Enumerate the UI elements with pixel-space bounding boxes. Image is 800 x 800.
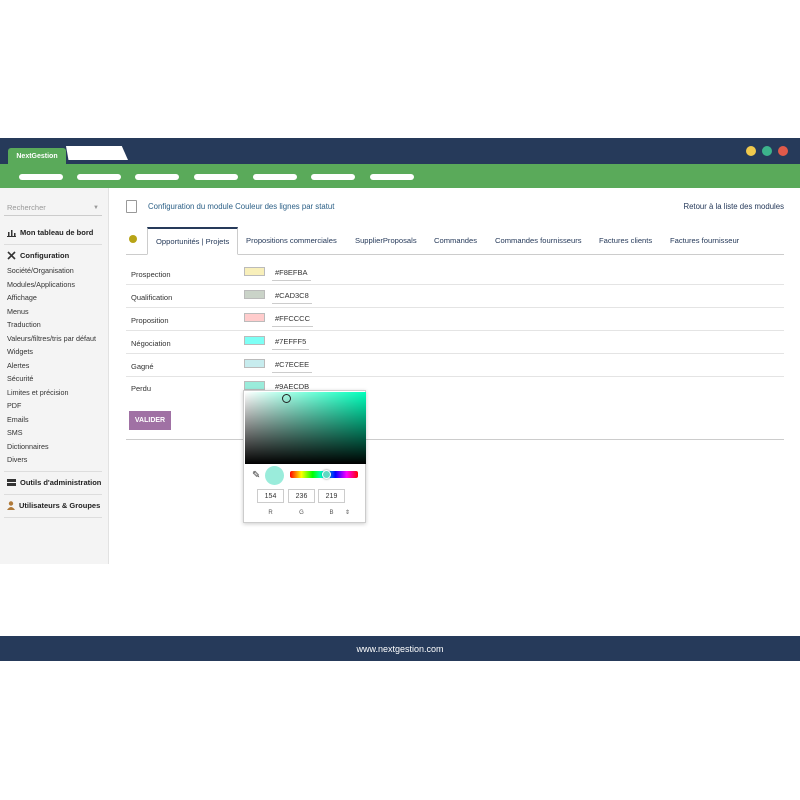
chart-icon [7,229,16,237]
sidebar-configuration-heading[interactable]: Configuration [7,251,69,260]
red-channel-input[interactable]: 154 [257,489,284,503]
menu-item-5[interactable] [253,174,297,180]
sidebar-item-dictionnaires[interactable]: Dictionnaires [7,442,49,451]
color-hex-input[interactable]: #F8EFBA [272,264,311,281]
sidebar-item-affichage[interactable]: Affichage [7,293,37,302]
status-label: Négociation [131,339,171,348]
sidebar-item-limites[interactable]: Limites et précision [7,388,69,397]
tools-icon [7,251,16,260]
tab-factures-fournisseur[interactable]: Factures fournisseur [670,236,739,245]
color-preview [265,466,284,485]
status-row-negociation: Négociation #7EFFF5 [126,331,784,354]
user-icon [7,501,15,510]
sidebar-divider [4,244,102,245]
color-swatch[interactable] [244,290,265,299]
window-close-dot[interactable] [778,146,788,156]
sidebar-users-groups-link[interactable]: Utilisateurs & Groupes [7,501,100,510]
blue-channel-input[interactable]: 219 [318,489,345,503]
tab-opportunites-projets[interactable]: Opportunités | Projets [147,227,239,255]
color-hex-input[interactable]: #7EFFF5 [272,333,310,350]
back-to-modules-link[interactable]: Retour à la liste des modules [683,202,784,211]
tab-commandes[interactable]: Commandes [434,236,477,245]
status-label: Qualification [131,293,173,302]
chevron-down-icon: ▼ [93,204,99,211]
status-label: Proposition [131,316,169,325]
eyedropper-icon[interactable]: ✎ [252,470,260,481]
browser-tab-blank[interactable] [66,146,128,160]
color-hex-input[interactable]: #C7ECEE [272,356,313,373]
status-row-gagne: Gagné #C7ECEE [126,354,784,377]
sidebar-item-emails[interactable]: Emails [7,415,29,424]
sidebar-item-alertes[interactable]: Alertes [7,361,29,370]
search-select[interactable]: Rechercher ▼ [4,200,102,216]
tab-factures-clients[interactable]: Factures clients [599,236,652,245]
status-row-proposition: Proposition #FFCCCC [126,308,784,331]
tab-propositions-commerciales[interactable]: Propositions commerciales [246,236,337,245]
server-icon [7,478,16,486]
sidebar-divider [4,471,102,472]
sidebar-item-sms[interactable]: SMS [7,428,23,437]
saturation-area[interactable] [245,392,366,464]
sidebar-item-modules[interactable]: Modules/Applications [7,280,75,289]
status-label: Prospection [131,270,171,279]
sidebar-configuration-label: Configuration [20,251,70,260]
sidebar-item-widgets[interactable]: Widgets [7,347,33,356]
color-swatch[interactable] [244,359,265,368]
sidebar-dashboard-link[interactable]: Mon tableau de bord [7,228,93,237]
menu-item-1[interactable] [19,174,63,180]
sidebar-admin-tools-label: Outils d'administration [20,478,102,487]
search-placeholder: Rechercher [7,203,46,212]
red-channel-label: R [268,510,273,516]
sidebar-users-groups-label: Utilisateurs & Groupes [19,501,101,510]
sidebar-item-societe[interactable]: Société/Organisation [7,266,74,275]
sidebar-divider [4,517,102,518]
format-toggle-icon[interactable]: ⇕ [345,509,350,516]
tab-supplier-proposals[interactable]: SupplierProposals [355,236,417,245]
status-row-prospection: Prospection #F8EFBA [126,262,784,285]
sidebar-divider [4,494,102,495]
page-title: Configuration du module Couleur des lign… [148,202,335,211]
hue-slider-handle[interactable] [322,470,331,479]
module-status-icon [129,235,137,243]
color-hex-input[interactable]: #FFCCCC [272,310,313,327]
menu-item-2[interactable] [77,174,121,180]
window-maximize-dot[interactable] [762,146,772,156]
screenshot-frame: NextGestion Rechercher ▼ Mon tableau de … [0,0,800,800]
sidebar-item-securite[interactable]: Sécurité [7,374,33,383]
sidebar-dashboard-label: Mon tableau de bord [20,228,94,237]
status-label: Perdu [131,384,152,393]
saturation-handle[interactable] [282,394,291,403]
sidebar-item-traduction[interactable]: Traduction [7,320,41,329]
document-icon [126,200,137,213]
tab-commandes-fournisseurs[interactable]: Commandes fournisseurs [495,236,582,245]
color-hex-input[interactable]: #CAD3C8 [272,287,312,304]
browser-tab-nextgestion[interactable]: NextGestion [8,148,66,164]
color-swatch[interactable] [244,336,265,345]
form-divider [126,439,784,440]
sidebar-item-pdf[interactable]: PDF [7,401,21,410]
footer-url[interactable]: www.nextgestion.com [356,644,443,654]
sidebar-admin-tools-link[interactable]: Outils d'administration [7,478,101,487]
menu-item-3[interactable] [135,174,179,180]
menu-item-4[interactable] [194,174,238,180]
sidebar-item-divers[interactable]: Divers [7,455,27,464]
sidebar-item-menus[interactable]: Menus [7,307,29,316]
color-swatch[interactable] [244,267,265,276]
green-channel-input[interactable]: 236 [288,489,315,503]
menu-item-7[interactable] [370,174,414,180]
color-swatch[interactable] [244,381,265,390]
status-row-perdu: Perdu #9AECDB [126,376,784,399]
blue-channel-label: B [329,510,334,516]
color-swatch[interactable] [244,313,265,322]
status-label: Gagné [131,362,154,371]
sidebar-item-valeurs[interactable]: Valeurs/filtres/tris par défaut [7,334,96,343]
green-channel-label: G [299,510,304,516]
valider-button[interactable]: VALIDER [129,411,171,430]
menu-item-6[interactable] [311,174,355,180]
status-row-qualification: Qualification #CAD3C8 [126,285,784,308]
footer-bar: www.nextgestion.com [0,636,800,661]
window-minimize-dot[interactable] [746,146,756,156]
color-picker-popup: ✎ 154 236 219 R G B ⇕ [243,390,366,523]
